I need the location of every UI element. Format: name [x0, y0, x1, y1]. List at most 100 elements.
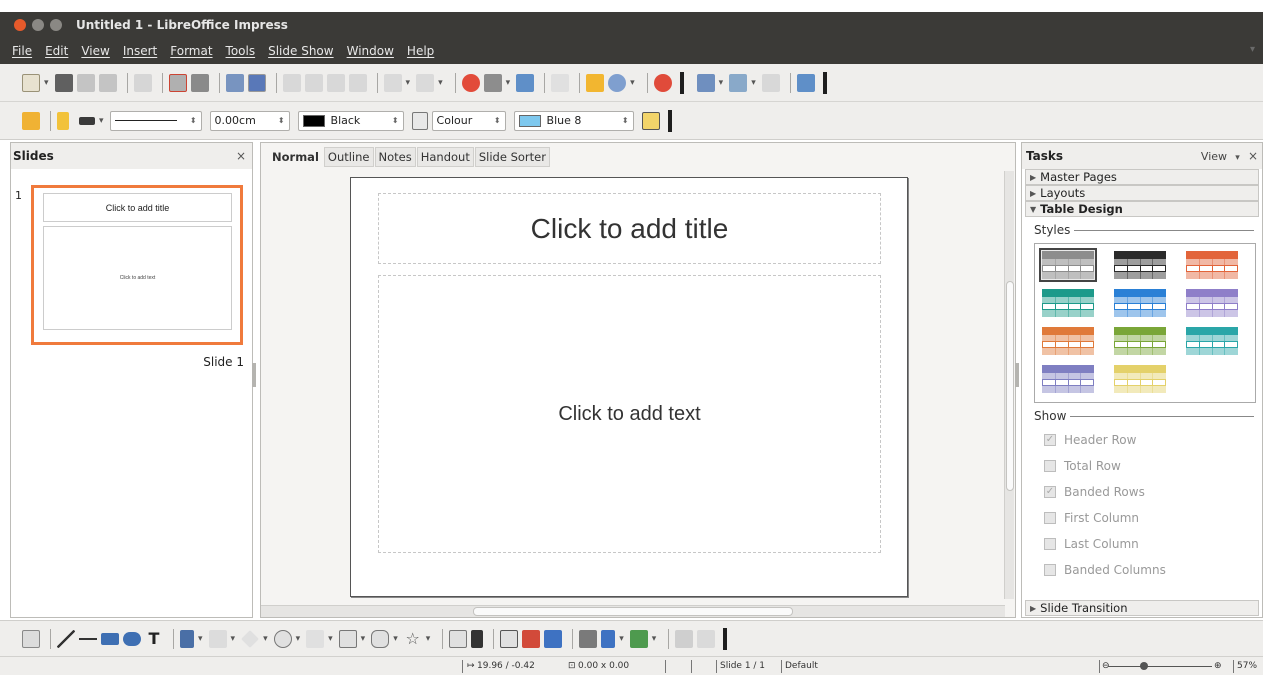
- zoom-slider-knob[interactable]: [1140, 662, 1148, 670]
- zoom-slider[interactable]: [1108, 666, 1212, 667]
- animation-icon[interactable]: [544, 629, 563, 648]
- deck-slide-transition[interactable]: ▶ Slide Transition: [1025, 600, 1259, 616]
- redo-icon[interactable]: [416, 73, 435, 92]
- option-total-row[interactable]: Total Row: [1044, 453, 1262, 479]
- symbol-shapes-icon[interactable]: [273, 629, 292, 648]
- slideshow-icon[interactable]: [796, 73, 815, 92]
- checkbox[interactable]: ✓: [1044, 434, 1056, 446]
- table-style-10[interactable]: [1039, 362, 1097, 396]
- close-icon[interactable]: ×: [236, 149, 246, 163]
- redo-dropdown-icon[interactable]: ▾: [438, 78, 443, 88]
- align-dropdown-icon[interactable]: ▾: [619, 634, 624, 644]
- status-zoom[interactable]: 57%: [1237, 661, 1257, 671]
- help-icon[interactable]: [653, 73, 672, 92]
- symbol-shapes-dropdown-icon[interactable]: ▾: [296, 634, 301, 644]
- toolbar-grip[interactable]: [723, 627, 728, 650]
- menu-slide-show[interactable]: Slide Show: [268, 44, 333, 58]
- flowchart-icon[interactable]: [338, 629, 357, 648]
- table-style-6[interactable]: [1183, 286, 1241, 320]
- checkbox[interactable]: ✓: [1044, 486, 1056, 498]
- status-master-page[interactable]: Default: [785, 661, 818, 671]
- arrow-style-dropdown-icon[interactable]: ▾: [99, 116, 104, 126]
- option-first-column[interactable]: First Column: [1044, 505, 1262, 531]
- tab-outline[interactable]: Outline: [323, 147, 374, 167]
- toolbar-grip[interactable]: [679, 71, 684, 94]
- edit-file-icon[interactable]: [133, 73, 152, 92]
- gallery-icon[interactable]: [522, 629, 541, 648]
- print-icon[interactable]: [190, 73, 209, 92]
- deck-table-design[interactable]: ▼ Table Design: [1025, 201, 1259, 217]
- copy-icon[interactable]: [304, 73, 323, 92]
- checkbox[interactable]: [1044, 538, 1056, 550]
- select-arrow-icon[interactable]: [22, 629, 40, 648]
- panel-resize-grip[interactable]: [1015, 363, 1019, 387]
- autospellcheck-icon[interactable]: [247, 73, 266, 92]
- table-style-7[interactable]: [1039, 324, 1097, 358]
- option-header-row[interactable]: ✓ Header Row: [1044, 427, 1262, 453]
- connector-dropdown-icon[interactable]: ▾: [231, 634, 236, 644]
- menu-window[interactable]: Window: [347, 44, 394, 58]
- slide-layout-dropdown-icon[interactable]: ▾: [719, 78, 724, 88]
- chart-icon[interactable]: [461, 73, 480, 92]
- option-banded-columns[interactable]: Banded Columns: [1044, 557, 1262, 583]
- menu-insert[interactable]: Insert: [123, 44, 157, 58]
- slide-layout-icon[interactable]: [696, 73, 715, 92]
- checkbox[interactable]: [1044, 564, 1056, 576]
- close-icon[interactable]: ×: [1248, 149, 1258, 163]
- slide-canvas[interactable]: Click to add title Click to add text: [350, 177, 908, 597]
- window-minimize-button[interactable]: [32, 19, 44, 31]
- deck-master-pages[interactable]: ▶ Master Pages: [1025, 169, 1259, 185]
- table-style-8[interactable]: [1111, 324, 1169, 358]
- menu-format[interactable]: Format: [170, 44, 212, 58]
- rectangle-tool-icon[interactable]: [101, 632, 119, 645]
- line-style-select[interactable]: ⬍: [109, 110, 202, 131]
- line-icon[interactable]: [57, 111, 69, 130]
- new-dropdown-icon[interactable]: ▾: [44, 78, 49, 88]
- callouts-icon[interactable]: [371, 629, 390, 648]
- checkbox[interactable]: [1044, 460, 1056, 472]
- text-placeholder[interactable]: Click to add text: [378, 275, 881, 553]
- cut-icon[interactable]: [282, 73, 301, 92]
- curve-tool-icon[interactable]: [180, 629, 194, 648]
- table-style-9[interactable]: [1183, 324, 1241, 358]
- callouts-dropdown-icon[interactable]: ▾: [393, 634, 398, 644]
- arrow-tool-icon[interactable]: [79, 629, 97, 648]
- grid-icon[interactable]: [551, 73, 570, 92]
- navigator-icon[interactable]: [586, 73, 605, 92]
- title-placeholder[interactable]: Click to add title: [378, 193, 881, 264]
- tasks-view-menu[interactable]: View: [1201, 150, 1227, 163]
- tab-handout[interactable]: Handout: [416, 147, 474, 167]
- curve-dropdown-icon[interactable]: ▾: [198, 634, 203, 644]
- toolbar-grip[interactable]: [822, 71, 827, 94]
- text-tool-icon[interactable]: T: [145, 629, 163, 648]
- block-arrows-dropdown-icon[interactable]: ▾: [328, 634, 333, 644]
- menu-overflow-icon[interactable]: ▾: [1250, 44, 1255, 55]
- block-arrows-icon[interactable]: [306, 629, 325, 648]
- interaction-icon[interactable]: [579, 629, 598, 648]
- horizontal-scroll-thumb[interactable]: [473, 607, 793, 616]
- option-banded-rows[interactable]: ✓ Banded Rows: [1044, 479, 1262, 505]
- menu-help[interactable]: Help: [407, 44, 434, 58]
- menu-edit[interactable]: Edit: [45, 44, 68, 58]
- table-style-5[interactable]: [1111, 286, 1169, 320]
- horizontal-scrollbar[interactable]: [261, 605, 1005, 617]
- area-style-select[interactable]: Colour ⬍: [431, 110, 506, 131]
- shadow-icon[interactable]: [641, 111, 660, 130]
- ellipse-tool-icon[interactable]: [123, 631, 141, 646]
- table-style-4[interactable]: [1039, 286, 1097, 320]
- table-style-2[interactable]: [1111, 248, 1169, 282]
- slide-design-dropdown-icon[interactable]: ▾: [751, 78, 756, 88]
- arrange-dropdown-icon[interactable]: ▾: [652, 634, 657, 644]
- toolbar-grip[interactable]: [667, 109, 672, 132]
- area-color-select[interactable]: Blue 8 ⬍: [513, 110, 634, 131]
- fontwork-icon[interactable]: [471, 629, 484, 648]
- tab-slide-sorter[interactable]: Slide Sorter: [474, 147, 550, 167]
- email-icon[interactable]: [98, 73, 117, 92]
- window-close-button[interactable]: [14, 19, 26, 31]
- paste-icon[interactable]: [326, 73, 345, 92]
- slide-design-icon[interactable]: [729, 73, 748, 92]
- arrow-style-icon[interactable]: [79, 116, 95, 125]
- tab-notes[interactable]: Notes: [374, 147, 416, 167]
- zoom-in-icon[interactable]: ⊕: [1214, 661, 1222, 671]
- basic-shapes-dropdown-icon[interactable]: ▾: [263, 634, 268, 644]
